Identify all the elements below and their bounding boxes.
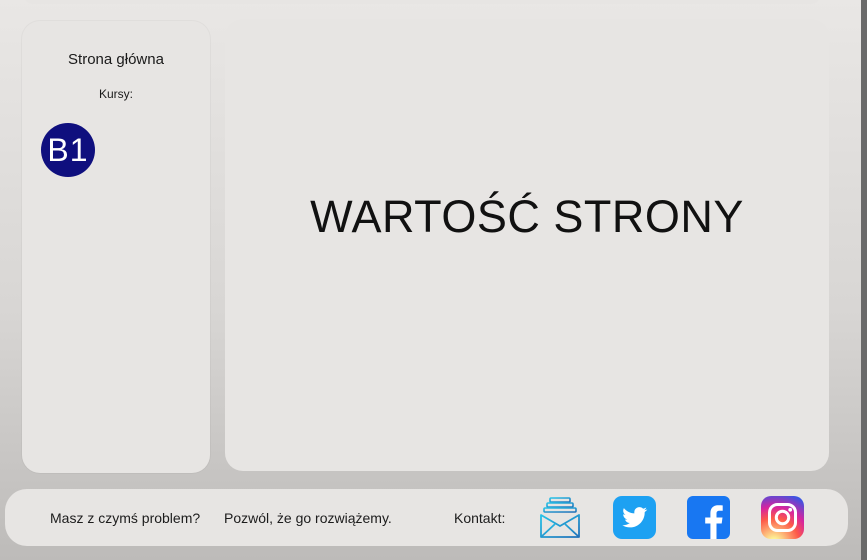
twitter-icon[interactable] xyxy=(613,496,656,539)
footer-problem-text: Masz z czymś problem? xyxy=(50,510,201,526)
footer-solve-text: Pozwól, że go rozwiążemy. xyxy=(224,510,392,526)
main-panel: WARTOŚĆ STRONY xyxy=(225,19,829,471)
facebook-icon[interactable] xyxy=(687,496,730,539)
home-link[interactable]: Strona główna xyxy=(22,51,210,68)
scrollbar[interactable] xyxy=(861,0,867,560)
top-bar xyxy=(24,0,820,4)
mail-icon[interactable] xyxy=(538,496,582,540)
course-b1-button[interactable]: B1 xyxy=(41,123,95,177)
sidebar: Strona główna Kursy: B1 xyxy=(22,21,210,473)
footer-contact-label: Kontakt: xyxy=(454,510,506,526)
instagram-icon[interactable] xyxy=(761,496,804,539)
footer: Masz z czymś problem? Pozwól, że go rozw… xyxy=(5,489,848,546)
page-value-heading: WARTOŚĆ STRONY xyxy=(310,191,744,242)
courses-label: Kursy: xyxy=(98,87,133,101)
course-b1-label: B1 xyxy=(47,131,89,168)
